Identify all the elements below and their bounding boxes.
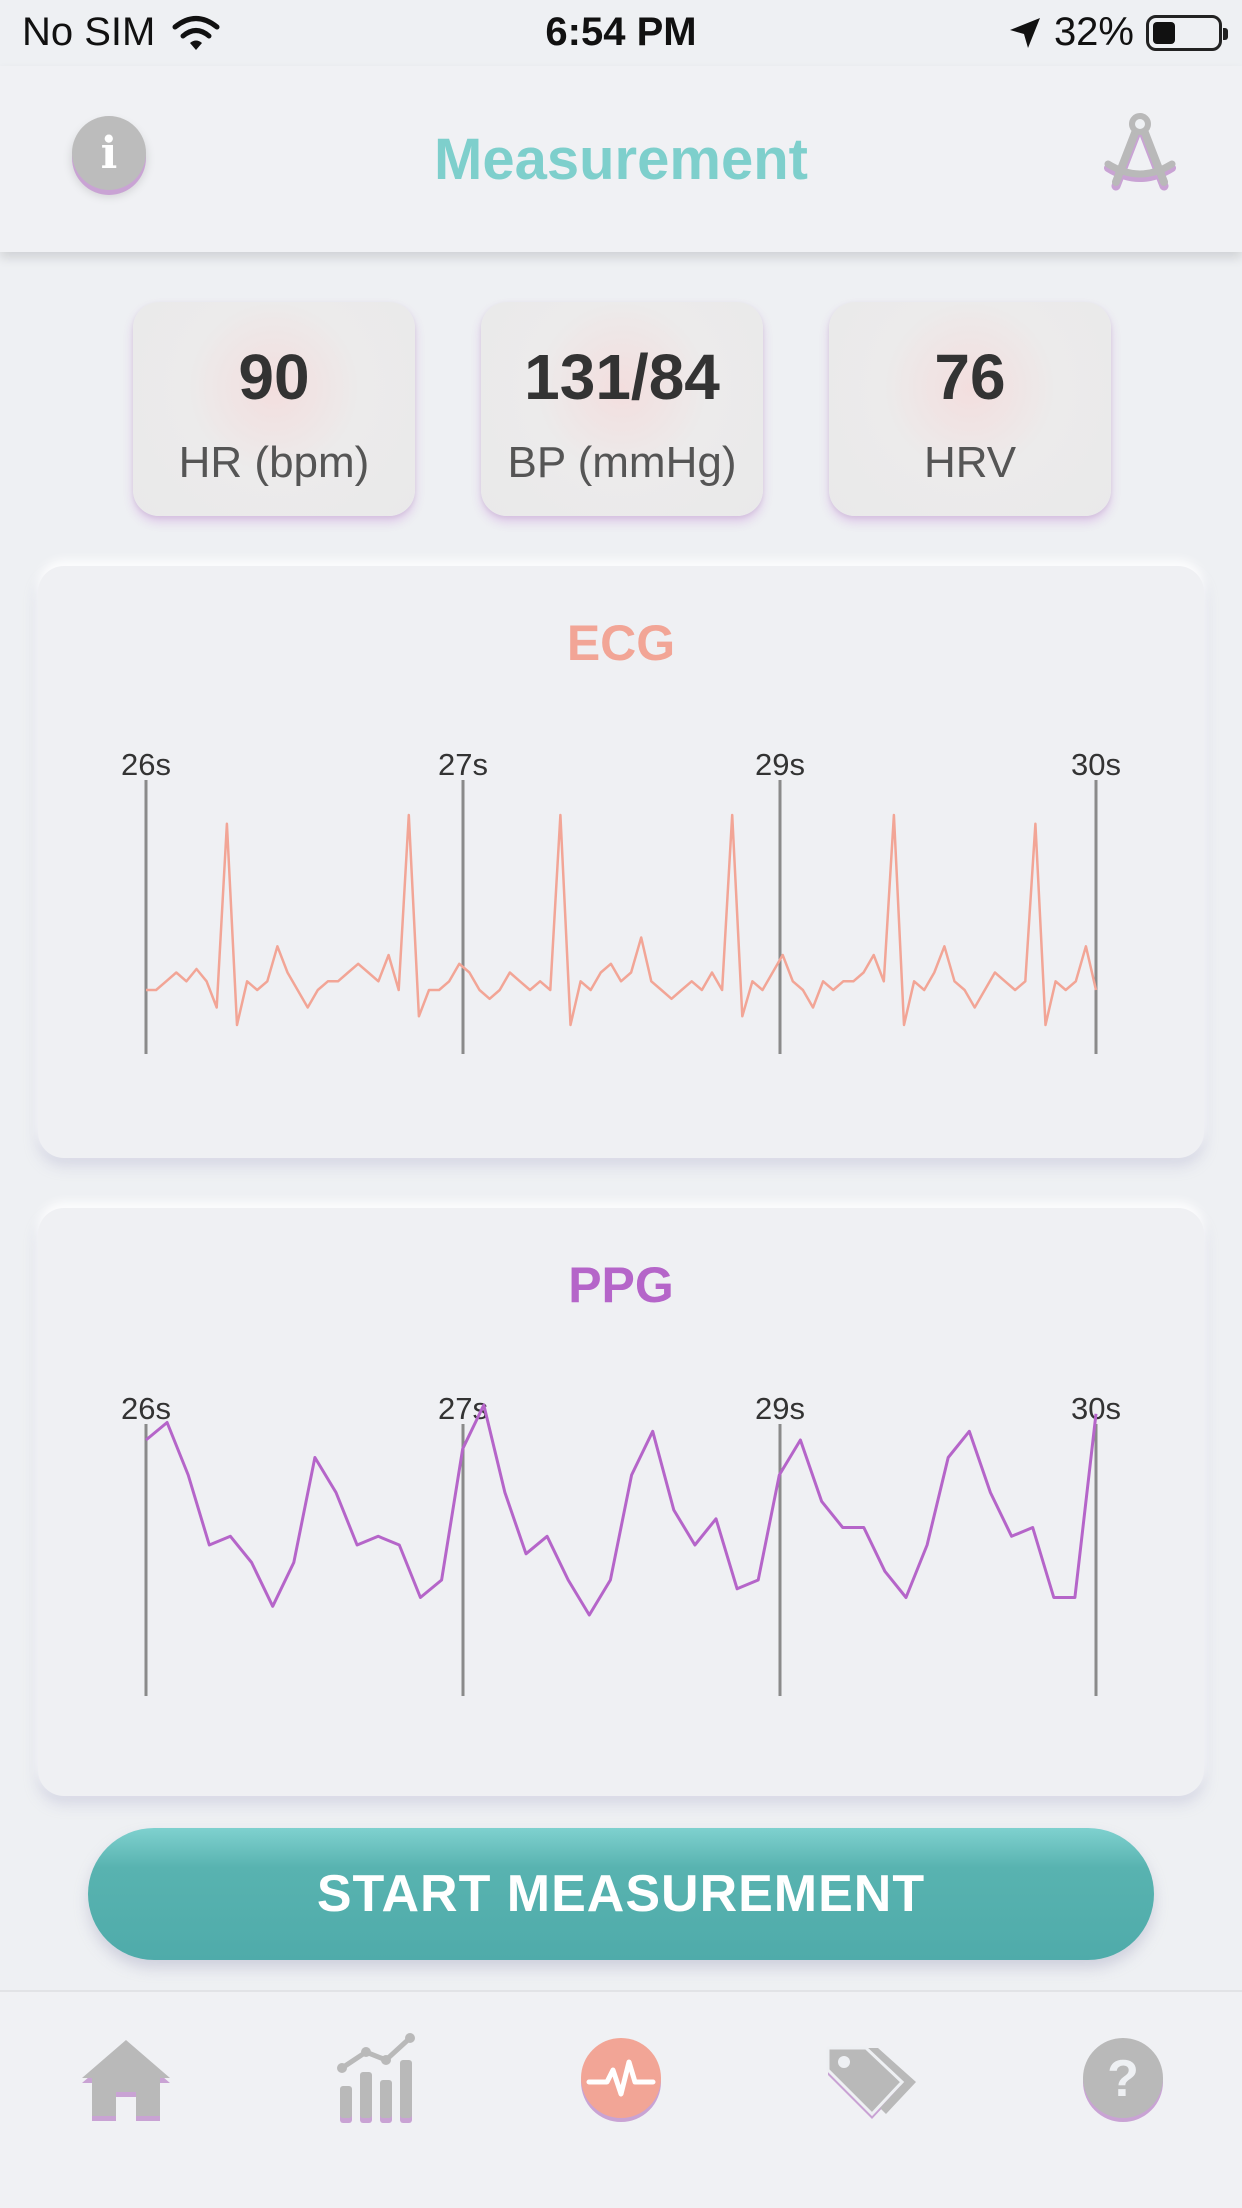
ppg-chart: 26s 27s 29s 30s	[121, 1391, 1121, 1696]
x-tick-label: 29s	[755, 1391, 805, 1426]
series-line	[146, 813, 1098, 1027]
metric-value: 90	[238, 341, 310, 413]
metric-label: BP (mmHg)	[507, 438, 737, 487]
ecg-chart: 26s 27s 29s 30s	[121, 747, 1121, 1054]
metric-card-hrv: 76 HRV	[829, 302, 1111, 516]
start-measurement-button[interactable]: START MEASUREMENT	[88, 1828, 1154, 1960]
location-arrow-icon	[1009, 17, 1040, 48]
compass-icon[interactable]	[1098, 112, 1182, 196]
series-line	[145, 1403, 1098, 1617]
tags-icon[interactable]	[822, 2028, 922, 2128]
metric-label: HRV	[923, 438, 1017, 487]
battery-level	[1153, 21, 1175, 44]
battery-percent: 32%	[1053, 10, 1134, 54]
battery-icon	[1146, 14, 1228, 51]
metric-card-bp: 131/84 BP (mmHg)	[481, 302, 763, 516]
ecg-panel: ECG 26s 27s 29s 30s	[38, 566, 1204, 1158]
page-title: Measurement	[434, 127, 808, 192]
ppg-panel: PPG 26s 27s 29s 30s	[38, 1208, 1204, 1796]
svg-text:?: ?	[1107, 2050, 1139, 2108]
x-tick-label: 29s	[755, 747, 805, 782]
chart-icon[interactable]	[326, 2028, 426, 2128]
x-tick-label: 27s	[438, 747, 488, 782]
metric-card-hr: 90 HR (bpm)	[133, 302, 415, 516]
metric-label: HR (bpm)	[178, 438, 370, 487]
x-tick-label: 26s	[121, 1391, 171, 1426]
status-right: 32%	[1008, 10, 1228, 55]
metric-value: 131/84	[524, 341, 720, 413]
bottom-nav: ?	[0, 1990, 1242, 2208]
help-icon[interactable]: ?	[1073, 2028, 1173, 2128]
metric-value: 76	[934, 341, 1006, 413]
x-tick-label: 26s	[121, 747, 171, 782]
header-bar: i Measurement	[0, 66, 1242, 252]
home-icon[interactable]	[76, 2028, 176, 2128]
x-tick-label: 30s	[1071, 747, 1121, 782]
heartbeat-icon[interactable]	[571, 2028, 671, 2128]
status-bar: No SIM 6:54 PM 32%	[0, 0, 1242, 66]
